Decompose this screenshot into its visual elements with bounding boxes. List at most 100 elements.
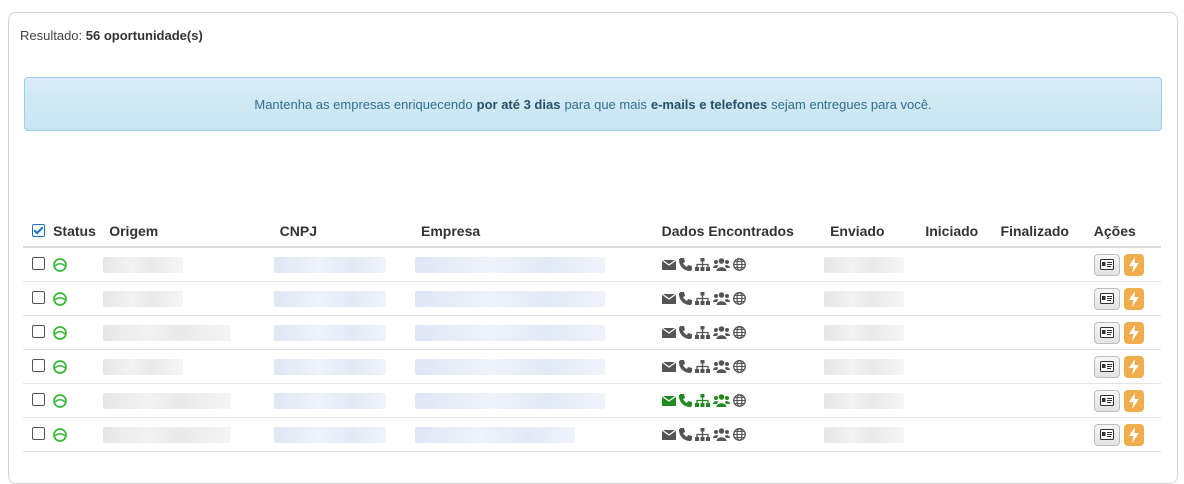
- enrich-button[interactable]: [1123, 355, 1144, 378]
- dados-icons: [661, 394, 830, 407]
- cnpj-redacted: [273, 291, 386, 308]
- iniciado-cell: [925, 247, 1001, 282]
- empresa-redacted: [415, 359, 606, 376]
- table-row[interactable]: [23, 349, 1161, 384]
- status-icon: [53, 394, 67, 408]
- empresa-redacted: [415, 427, 576, 444]
- finalizado-cell: [1000, 417, 1094, 452]
- sitemap-icon: [694, 360, 710, 373]
- envelope-icon: [661, 327, 676, 338]
- enrich-button[interactable]: [1123, 287, 1144, 310]
- details-button[interactable]: [1093, 389, 1120, 412]
- finalizado-cell: [1000, 315, 1094, 350]
- header-dados[interactable]: Dados Encontrados: [661, 216, 831, 248]
- globe-icon: [732, 292, 746, 305]
- iniciado-cell: [925, 315, 1001, 350]
- sitemap-icon: [694, 394, 710, 407]
- globe-icon: [732, 360, 746, 373]
- enrich-button[interactable]: [1123, 253, 1144, 276]
- iniciado-cell: [925, 281, 1001, 316]
- table-row[interactable]: [23, 315, 1161, 350]
- empresa-redacted: [415, 325, 606, 342]
- table-row[interactable]: [23, 417, 1161, 452]
- cnpj-redacted: [273, 427, 386, 444]
- row-checkbox[interactable]: [31, 358, 45, 372]
- table-row[interactable]: [23, 383, 1161, 418]
- enviado-redacted: [824, 257, 905, 274]
- header-status[interactable]: Status: [53, 216, 110, 248]
- iniciado-cell: [925, 349, 1001, 384]
- empresa-redacted: [415, 393, 606, 410]
- status-icon: [53, 428, 67, 442]
- details-button[interactable]: [1093, 355, 1120, 378]
- row-checkbox[interactable]: [31, 290, 45, 304]
- table-header-row: Status Origem CNPJ Empresa Dados Encontr…: [23, 216, 1161, 248]
- users-icon: [712, 428, 730, 441]
- globe-icon: [732, 258, 746, 271]
- enviado-redacted: [824, 427, 905, 444]
- opportunities-table: Status Origem CNPJ Empresa Dados Encontr…: [23, 216, 1161, 452]
- details-button[interactable]: [1093, 423, 1120, 446]
- globe-icon: [732, 326, 746, 339]
- header-empresa[interactable]: Empresa: [421, 216, 662, 248]
- enrich-button[interactable]: [1123, 321, 1144, 344]
- cnpj-redacted: [273, 257, 386, 274]
- globe-icon: [732, 394, 746, 407]
- header-iniciado[interactable]: Iniciado: [925, 216, 1001, 248]
- sitemap-icon: [694, 428, 710, 441]
- header-finalizado[interactable]: Finalizado: [1000, 216, 1094, 248]
- details-button[interactable]: [1093, 287, 1120, 310]
- table-row[interactable]: [23, 247, 1161, 282]
- row-checkbox[interactable]: [31, 392, 45, 406]
- dados-icons: [661, 258, 830, 271]
- status-icon: [53, 258, 67, 272]
- enviado-redacted: [824, 325, 905, 342]
- alert-text-2: para que mais: [564, 96, 647, 112]
- sitemap-icon: [694, 292, 710, 305]
- sitemap-icon: [694, 258, 710, 271]
- details-button[interactable]: [1093, 321, 1120, 344]
- info-alert: Mantenha as empresas enriquecendo por at…: [24, 77, 1162, 131]
- dados-icons: [661, 360, 830, 373]
- dados-icons: [661, 428, 830, 441]
- header-cnpj[interactable]: CNPJ: [279, 216, 422, 248]
- table-row[interactable]: [23, 281, 1161, 316]
- header-enviado[interactable]: Enviado: [830, 216, 926, 248]
- origem-redacted: [103, 325, 232, 342]
- details-button[interactable]: [1093, 253, 1120, 276]
- row-checkbox[interactable]: [31, 426, 45, 440]
- cnpj-redacted: [273, 393, 386, 410]
- users-icon: [712, 360, 730, 373]
- globe-icon: [732, 428, 746, 441]
- header-origem[interactable]: Origem: [109, 216, 280, 248]
- alert-text-3: sejam entregues para você.: [771, 96, 932, 112]
- enrich-button[interactable]: [1123, 423, 1144, 446]
- finalizado-cell: [1000, 349, 1094, 384]
- dados-icons: [661, 292, 830, 305]
- finalizado-cell: [1000, 383, 1094, 418]
- enviado-redacted: [824, 359, 905, 376]
- header-acoes: Ações: [1093, 216, 1161, 248]
- envelope-icon: [661, 259, 676, 270]
- alert-bold-1: por até 3 dias: [476, 96, 561, 112]
- users-icon: [712, 258, 730, 271]
- phone-icon: [678, 326, 692, 339]
- row-checkbox[interactable]: [31, 256, 45, 270]
- origem-redacted: [103, 393, 232, 410]
- finalizado-cell: [1000, 281, 1094, 316]
- cnpj-redacted: [273, 325, 386, 342]
- enrich-button[interactable]: [1123, 389, 1144, 412]
- phone-icon: [678, 292, 692, 305]
- dados-icons: [661, 326, 830, 339]
- result-count: 56 oportunidade(s): [85, 28, 203, 43]
- sitemap-icon: [694, 326, 710, 339]
- select-all-checkbox[interactable]: [31, 224, 45, 237]
- iniciado-cell: [925, 417, 1001, 452]
- status-icon: [53, 292, 67, 306]
- phone-icon: [678, 258, 692, 271]
- alert-text-1: Mantenha as empresas enriquecendo: [254, 96, 473, 112]
- finalizado-cell: [1000, 247, 1094, 282]
- row-checkbox[interactable]: [31, 324, 45, 338]
- envelope-icon: [661, 429, 676, 440]
- origem-redacted: [103, 291, 184, 308]
